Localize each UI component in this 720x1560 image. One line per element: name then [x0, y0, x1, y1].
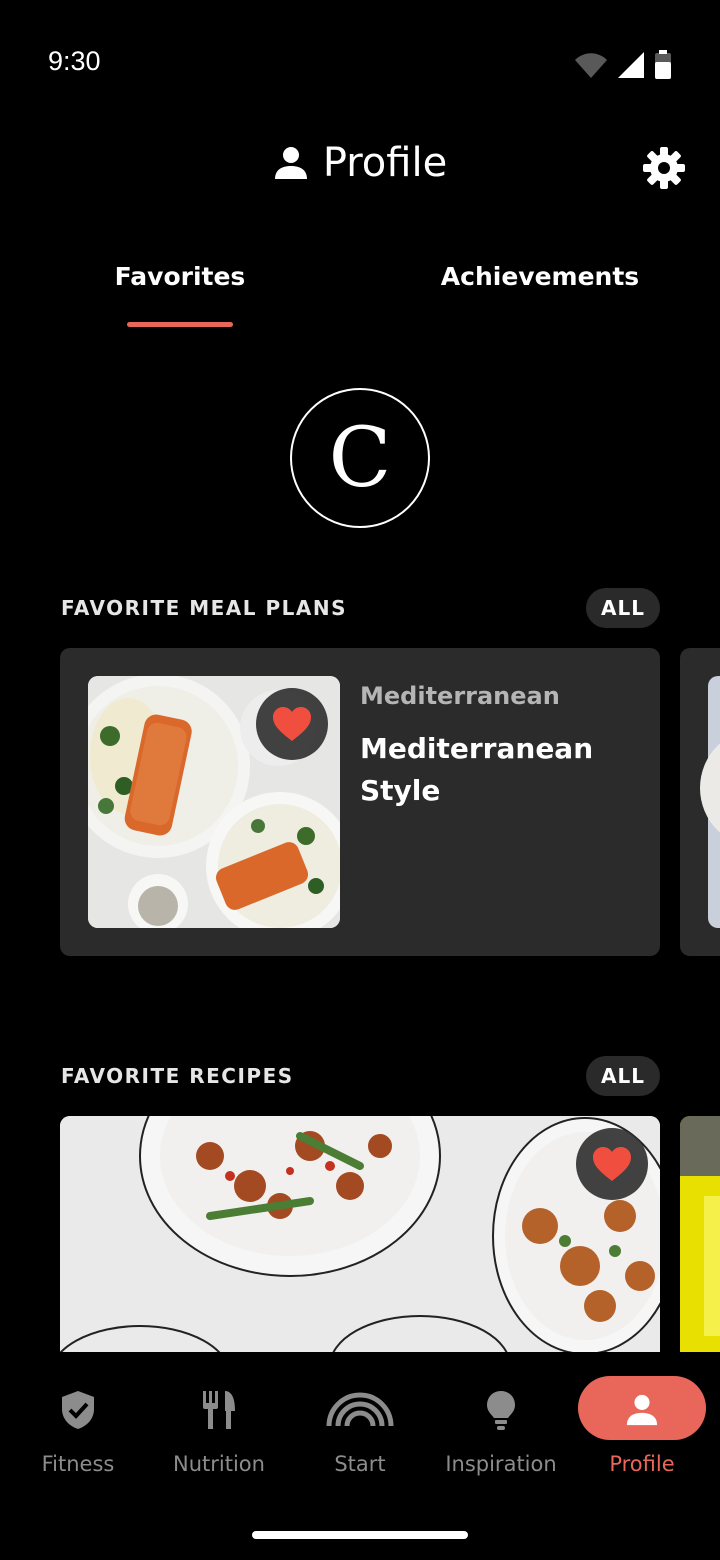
heart-icon: [273, 707, 311, 741]
nav-profile-label: Profile: [609, 1452, 675, 1476]
person-icon: [626, 1394, 658, 1426]
bottom-navigation: Fitness Nutrition Start Inspiration Prof…: [0, 1352, 720, 1560]
status-time: 9:30: [48, 46, 101, 76]
nav-profile[interactable]: Profile: [570, 1352, 714, 1492]
nav-inspiration-label: Inspiration: [445, 1452, 557, 1476]
fork-knife-icon: [203, 1391, 235, 1429]
nav-start-label: Start: [334, 1452, 386, 1476]
page-header: Profile: [0, 140, 720, 186]
page-title: Profile: [322, 140, 448, 186]
tab-achievements[interactable]: Achievements: [360, 262, 720, 291]
recipes-heading: FAVORITE RECIPES: [61, 1064, 294, 1088]
avatar[interactable]: C: [290, 388, 430, 528]
wifi-icon: [575, 53, 607, 78]
recipe-favorite-button[interactable]: [576, 1128, 648, 1200]
shield-check-icon: [62, 1391, 94, 1429]
gear-icon: [643, 147, 685, 189]
avatar-initial: C: [328, 410, 392, 506]
settings-button[interactable]: [642, 146, 686, 190]
next-recipe-card[interactable]: [680, 1116, 720, 1352]
recipe-image: [60, 1116, 660, 1352]
nav-nutrition-label: Nutrition: [173, 1452, 265, 1476]
meal-plan-favorite-button[interactable]: [256, 688, 328, 760]
nav-inspiration[interactable]: Inspiration: [429, 1352, 573, 1492]
battery-icon: [655, 50, 671, 79]
home-indicator[interactable]: [252, 1531, 468, 1539]
meal-plan-image: [88, 676, 340, 928]
nav-fitness-label: Fitness: [41, 1452, 115, 1476]
next-meal-plan-card[interactable]: [680, 648, 720, 956]
recipe-card[interactable]: [60, 1116, 660, 1352]
nav-fitness[interactable]: Fitness: [6, 1352, 150, 1492]
recipes-all-button[interactable]: ALL: [586, 1056, 660, 1096]
tab-favorites[interactable]: Favorites: [0, 262, 360, 291]
heart-icon: [593, 1147, 631, 1181]
meal-plan-title: Mediterranean Style: [360, 732, 594, 807]
cellular-signal-icon: [618, 52, 644, 78]
meal-plan-card[interactable]: Mediterranean Mediterranean Style: [60, 648, 660, 956]
meal-plans-heading: FAVORITE MEAL PLANS: [61, 596, 347, 620]
nav-start[interactable]: Start: [288, 1352, 432, 1492]
meal-plans-all-button[interactable]: ALL: [586, 588, 660, 628]
status-icons: [574, 50, 672, 80]
active-tab-indicator: [127, 322, 233, 327]
person-icon: [274, 147, 307, 179]
lightbulb-icon: [487, 1391, 515, 1430]
rainbow-icon: [326, 1392, 394, 1427]
meal-plan-category: Mediterranean: [360, 682, 560, 710]
nav-nutrition[interactable]: Nutrition: [147, 1352, 291, 1492]
